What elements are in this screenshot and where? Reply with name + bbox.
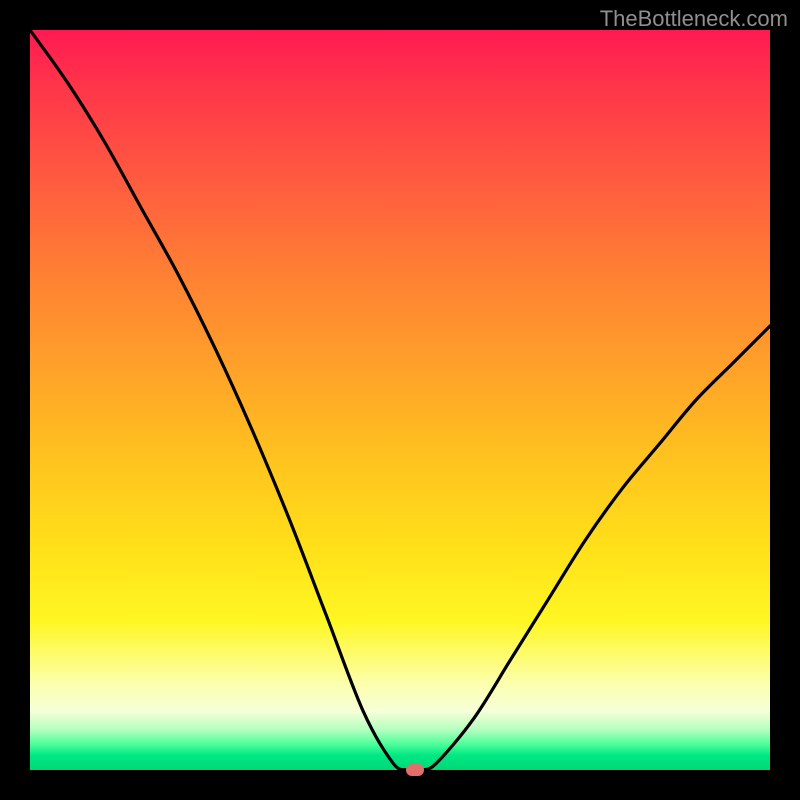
plot-area	[30, 30, 770, 770]
bottleneck-curve	[30, 30, 770, 770]
optimal-point-marker	[406, 764, 424, 776]
chart-frame: TheBottleneck.com	[0, 0, 800, 800]
watermark-text: TheBottleneck.com	[600, 6, 788, 32]
